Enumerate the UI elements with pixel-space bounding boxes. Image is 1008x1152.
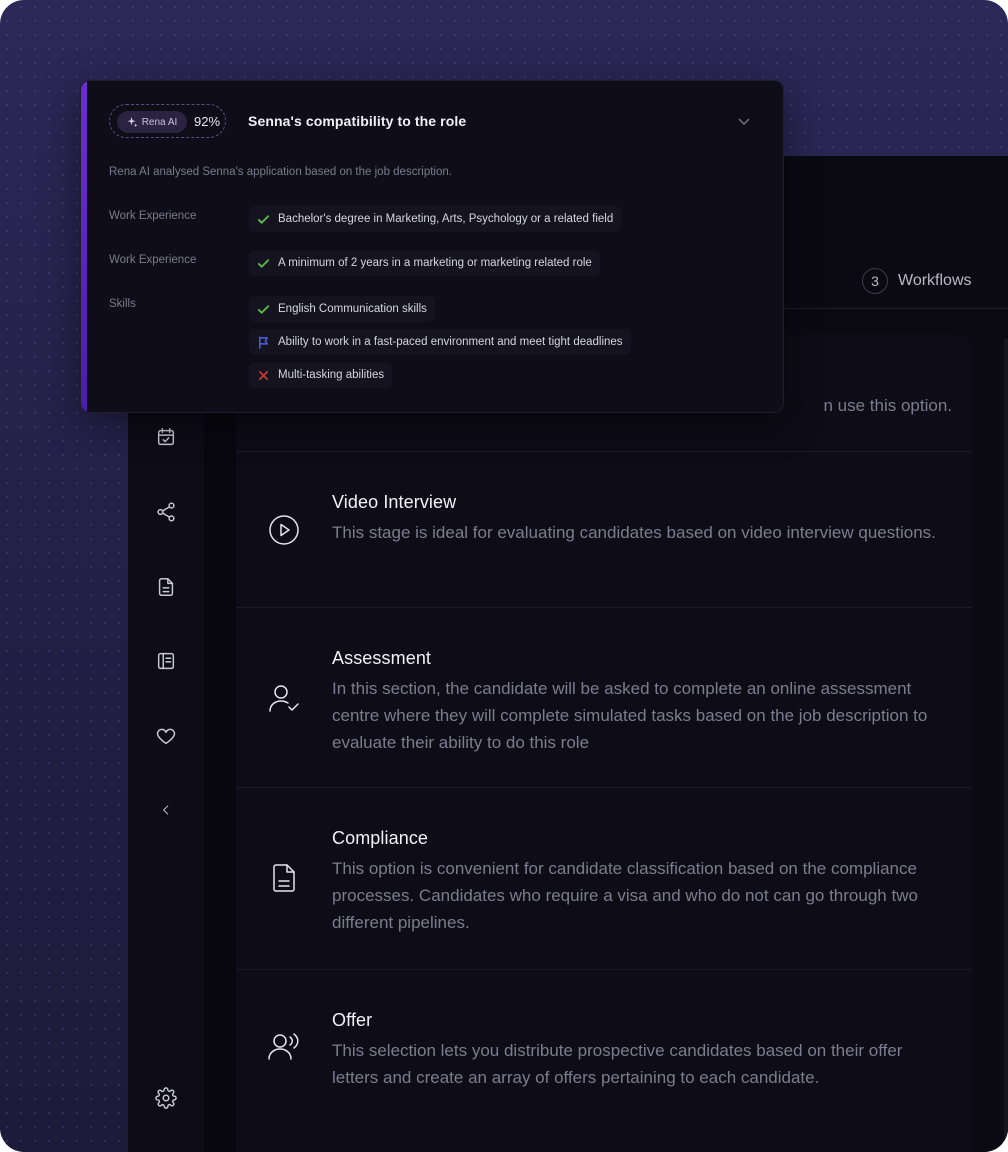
check-icon <box>257 304 270 314</box>
page-background: 3 Workflows n use this option. Video Int… <box>0 0 1008 1152</box>
compatibility-score-pill: Rena AI 92% <box>109 104 226 138</box>
stages-panel: n use this option. Video Interview This … <box>236 334 972 1152</box>
check-icon <box>257 258 270 268</box>
stage-desc: This stage is ideal for evaluating candi… <box>332 523 936 542</box>
criteria-text: Multi-tasking abilities <box>278 369 385 381</box>
compatibility-card: Rena AI 92% Senna's compatibility to the… <box>80 80 784 413</box>
document-icon[interactable] <box>154 575 178 599</box>
criteria-label: Work Experience <box>109 210 197 222</box>
stage-title: Assessment <box>332 648 432 668</box>
chevron-left-icon[interactable] <box>154 798 178 822</box>
notebook-icon[interactable] <box>154 649 178 673</box>
compatibility-subtitle: Rena AI analysed Senna's application bas… <box>109 166 452 178</box>
scrollbar[interactable] <box>1004 338 1008 1152</box>
calendar-check-icon[interactable] <box>154 425 178 449</box>
workflows-tab[interactable]: 3 Workflows <box>862 268 972 294</box>
flag-icon <box>259 336 268 349</box>
criteria-item: Ability to work in a fast-paced environm… <box>249 329 631 355</box>
workflows-label: Workflows <box>898 272 972 289</box>
compatibility-score: 92% <box>194 114 221 129</box>
stage-offer[interactable]: Offer This selection lets you distribute… <box>236 970 972 1152</box>
workflows-count: 3 <box>862 268 888 294</box>
user-voice-icon <box>268 1030 300 1062</box>
criteria-item: Multi-tasking abilities <box>249 362 393 388</box>
criteria-label: Skills <box>109 298 136 310</box>
criteria-text: Bachelor's degree in Marketing, Arts, Ps… <box>278 213 614 225</box>
heart-icon[interactable] <box>154 724 178 748</box>
stage-desc: This selection lets you distribute prosp… <box>332 1041 903 1087</box>
stage-title: Compliance <box>332 828 429 848</box>
share-icon[interactable] <box>154 500 178 524</box>
stage-desc: In this section, the candidate will be a… <box>332 679 928 752</box>
criteria-label: Work Experience <box>109 254 197 266</box>
stage-video-interview[interactable]: Video Interview This stage is ideal for … <box>236 452 972 608</box>
settings-icon[interactable] <box>154 1086 178 1110</box>
check-icon <box>257 214 270 224</box>
criteria-item: Bachelor's degree in Marketing, Arts, Ps… <box>249 206 622 232</box>
card-accent-bar <box>81 81 87 412</box>
cross-icon <box>258 370 269 380</box>
gutter <box>204 308 236 1152</box>
stage-title: Offer <box>332 1010 373 1030</box>
compatibility-title: Senna's compatibility to the role <box>248 113 467 129</box>
stage-compliance[interactable]: Compliance This option is convenient for… <box>236 788 972 970</box>
criteria-item: English Communication skills <box>249 296 435 322</box>
stage-assessment[interactable]: Assessment In this section, the candidat… <box>236 608 972 788</box>
criteria-text: A minimum of 2 years in a marketing or m… <box>278 257 592 269</box>
user-check-icon <box>268 682 300 714</box>
criteria-text: English Communication skills <box>278 303 427 315</box>
file-text-icon <box>268 862 300 894</box>
stage-title: Video Interview <box>332 492 457 512</box>
sparkle-icon <box>127 116 138 127</box>
ai-badge-label: Rena AI <box>141 116 178 128</box>
rena-ai-badge: Rena AI <box>117 111 187 133</box>
criteria-item: A minimum of 2 years in a marketing or m… <box>249 250 600 276</box>
stage-desc: This option is convenient for candidate … <box>332 859 918 932</box>
play-circle-icon <box>268 514 300 546</box>
criteria-text: Ability to work in a fast-paced environm… <box>278 336 623 348</box>
chevron-down-icon[interactable] <box>736 113 752 129</box>
